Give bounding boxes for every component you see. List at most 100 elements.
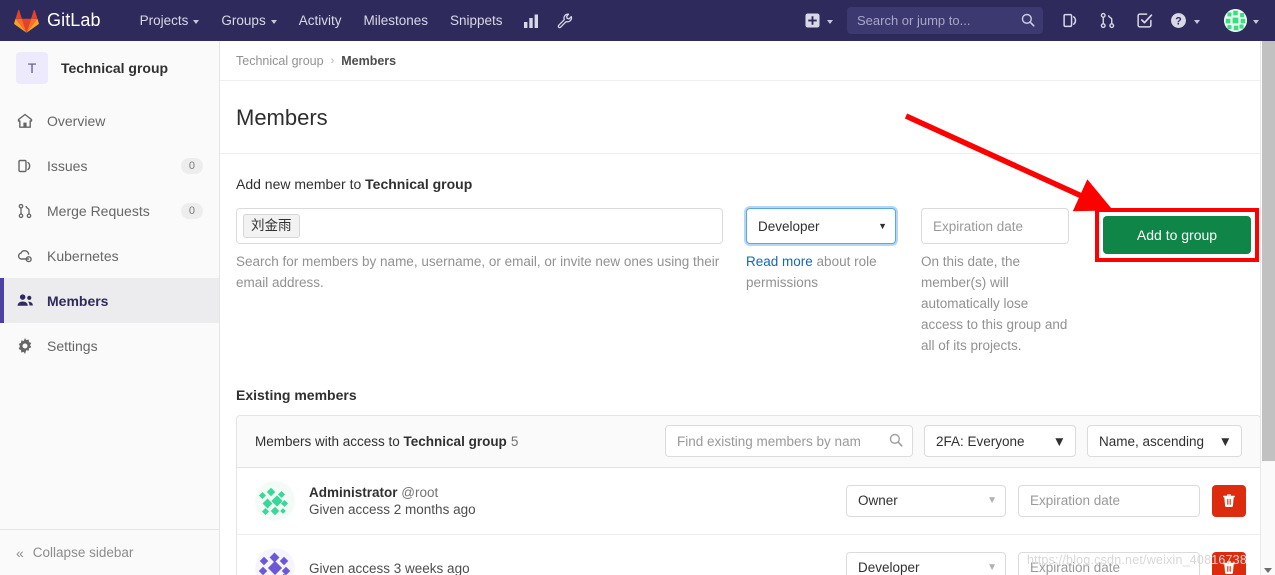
sidebar-item-overview[interactable]: Overview (0, 98, 219, 143)
chevron-down-icon (827, 19, 833, 24)
member-token[interactable]: 刘金雨 (243, 214, 300, 238)
global-search-box[interactable] (847, 7, 1043, 34)
sidebar-item-merge-requests[interactable]: Merge Requests 0 (0, 188, 219, 233)
chart-icon[interactable] (514, 8, 548, 34)
vertical-scrollbar[interactable] (1260, 41, 1275, 575)
expiration-date-input[interactable]: Expiration date (921, 208, 1069, 244)
sidebar-item-issues-label: Issues (47, 157, 88, 174)
sidebar-item-overview-label: Overview (47, 112, 106, 129)
scrollbar-thumb[interactable] (1262, 41, 1275, 461)
double-chevron-left-icon: « (16, 544, 24, 561)
search-icon-glyph (1021, 13, 1035, 27)
todos-icon-glyph (1137, 13, 1153, 28)
filter-2fa-select[interactable]: 2FA: Everyone ▼ (924, 425, 1076, 458)
role-field-group: Developer ▼ Read more about role permiss… (746, 208, 896, 294)
nav-snippets-label: Snippets (450, 13, 503, 28)
member-info: Given access 3 weeks ago (309, 559, 470, 575)
read-more-link[interactable]: Read more (746, 254, 813, 269)
nav-milestones[interactable]: Milestones (352, 7, 439, 34)
chevron-down-icon (1253, 19, 1259, 24)
home-icon (16, 112, 34, 130)
submit-field-group: Add to group (1095, 208, 1259, 262)
find-members-input[interactable]: Find existing members by nam (665, 425, 913, 458)
chart-icon-glyph (523, 14, 538, 28)
add-to-group-highlight: Add to group (1095, 208, 1259, 262)
members-access-group: Technical group (403, 433, 507, 449)
help-button[interactable]: ? (1164, 8, 1206, 33)
breadcrumb-current: Members (341, 53, 397, 68)
nav-projects[interactable]: Projects (129, 7, 211, 34)
search-icon-glyph (889, 433, 903, 447)
nav-groups[interactable]: Groups (210, 7, 287, 34)
member-name-line: Administrator @root (309, 485, 476, 500)
user-menu[interactable] (1216, 9, 1259, 32)
left-sidebar: T Technical group Overview Issues 0 Merg… (0, 41, 220, 575)
top-nav-icon-group: ? (1053, 7, 1259, 34)
role-select[interactable]: Developer ▼ (746, 208, 896, 244)
existing-members-section: Existing members Members with access to … (220, 387, 1275, 575)
remove-member-button[interactable] (1212, 484, 1246, 517)
sidebar-item-issues-count: 0 (180, 157, 203, 174)
sidebar-item-kubernetes-label: Kubernetes (47, 247, 119, 264)
group-name-label: Technical group (61, 60, 169, 76)
remove-member-button[interactable] (1212, 551, 1246, 575)
sidebar-item-members[interactable]: Members (0, 278, 219, 323)
search-icon (1021, 13, 1035, 32)
add-to-group-button[interactable]: Add to group (1103, 216, 1251, 254)
member-name: Administrator (309, 484, 398, 500)
gitlab-logo[interactable]: GitLab (14, 9, 101, 33)
member-role-value: Developer (858, 560, 920, 575)
member-expiration-input[interactable]: Expiration date (1018, 484, 1200, 517)
filter-2fa-value: 2FA: Everyone (936, 433, 1025, 449)
role-select-value: Developer (758, 218, 820, 234)
search-input[interactable] (847, 13, 1043, 28)
members-panel: Members with access to Technical group 5 … (236, 414, 1261, 575)
user-avatar-identicon (1224, 9, 1247, 32)
brand-label: GitLab (47, 10, 101, 30)
gitlab-tanuki-icon (14, 9, 39, 33)
identicon-purple-avatar (255, 547, 295, 575)
add-member-heading-group: Technical group (365, 176, 473, 192)
issues-icon-glyph (18, 159, 31, 172)
find-members-placeholder: Find existing members by nam (677, 433, 861, 449)
sidebar-item-settings[interactable]: Settings (0, 323, 219, 368)
chevron-down-icon (193, 19, 200, 24)
member-controls: Owner ▼ Expiration date (846, 484, 1246, 517)
member-expiration-input[interactable]: Expiration date (1018, 551, 1200, 575)
sidebar-item-issues[interactable]: Issues 0 (0, 143, 219, 188)
sidebar-item-merge-requests-count: 0 (180, 202, 203, 219)
sidebar-group-header[interactable]: T Technical group (0, 41, 219, 95)
collapse-sidebar-button[interactable]: « Collapse sidebar (0, 529, 219, 575)
merge-requests-icon[interactable] (1090, 7, 1125, 34)
chevron-down-icon (270, 19, 277, 24)
nav-activity[interactable]: Activity (288, 7, 353, 34)
members-field-help: Search for members by name, username, or… (236, 254, 720, 290)
members-icon (16, 292, 34, 310)
member-role-select[interactable]: Owner ▼ (846, 484, 1006, 517)
wrench-icon-glyph (557, 13, 572, 28)
sort-select[interactable]: Name, ascending ▼ (1087, 425, 1242, 458)
create-new-button[interactable] (799, 9, 839, 32)
avatar (255, 480, 295, 521)
table-row: Administrator @root Given access 2 month… (237, 468, 1260, 535)
collapse-sidebar-label: Collapse sidebar (32, 545, 134, 560)
scroll-down-arrow-icon[interactable] (1264, 568, 1272, 573)
todos-icon[interactable] (1127, 7, 1162, 34)
sidebar-item-kubernetes[interactable]: Kubernetes (0, 233, 219, 278)
page-title: Members (220, 81, 1261, 154)
home-icon-glyph (17, 113, 33, 128)
sidebar-nav: Overview Issues 0 Merge Requests 0 Kuber… (0, 98, 219, 368)
identicon-green-avatar (255, 480, 295, 521)
expiration-field-group: Expiration date On this date, the member… (921, 208, 1069, 357)
nav-snippets[interactable]: Snippets (439, 7, 514, 34)
members-panel-tools: Find existing members by nam 2FA: Everyo… (665, 425, 1242, 458)
members-field-group: 刘金雨 Search for members by name, username… (236, 208, 723, 294)
member-role-select[interactable]: Developer ▼ (846, 551, 1006, 575)
gitlab-members-page: GitLab Projects Groups Activity Mileston… (0, 0, 1275, 575)
wrench-icon[interactable] (548, 8, 582, 34)
breadcrumb-separator: › (330, 54, 335, 67)
breadcrumb-root[interactable]: Technical group (236, 54, 324, 68)
issues-icon[interactable] (1053, 7, 1088, 34)
chevron-down-icon: ▼ (1052, 433, 1066, 449)
members-input[interactable]: 刘金雨 (236, 208, 723, 244)
